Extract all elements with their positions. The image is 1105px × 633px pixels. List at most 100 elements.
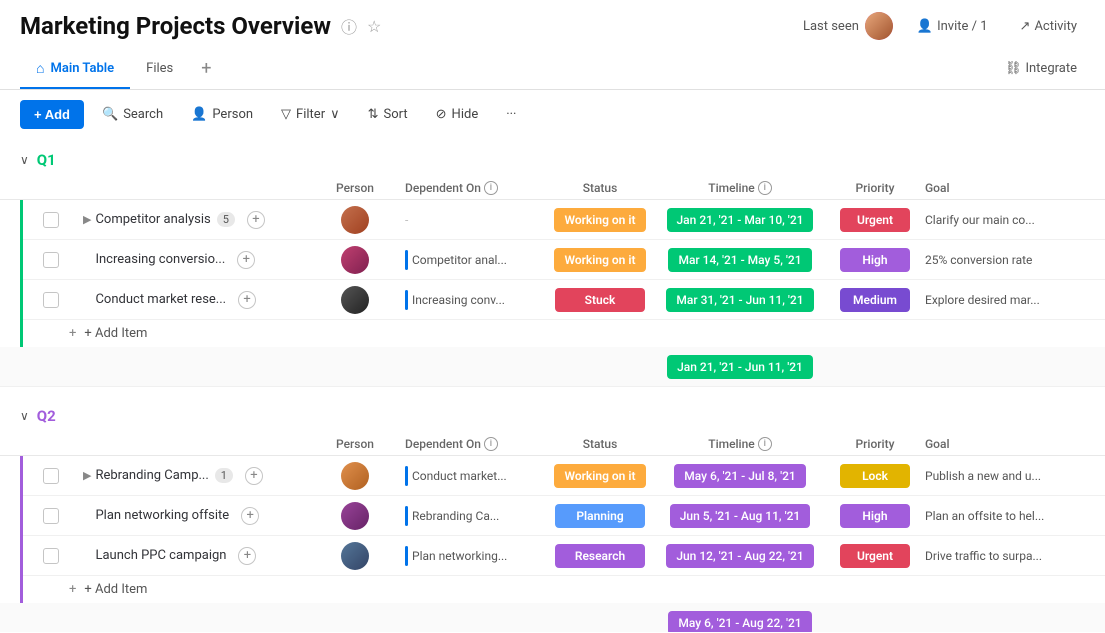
more-button[interactable]: ··· xyxy=(496,101,526,128)
status-cell[interactable]: Working on it xyxy=(545,208,655,232)
q2-summary-timeline: May 6, '21 - Aug 22, '21 xyxy=(655,611,825,633)
table-row: ▶ Competitor analysis 5 + - Working on i… xyxy=(23,200,1105,240)
group-q1-toggle[interactable]: ∨ xyxy=(20,153,29,167)
priority-cell: Lock xyxy=(825,464,925,488)
person-cell xyxy=(305,502,405,530)
add-item-label: + Add Item xyxy=(84,326,147,341)
group-q1: ∨ Q1 Person Dependent On i Status Timeli… xyxy=(0,139,1105,387)
priority-cell: Urgent xyxy=(825,208,925,232)
checkbox[interactable] xyxy=(43,252,59,268)
priority-cell: Urgent xyxy=(825,544,925,568)
activity-button[interactable]: ↗ Activity xyxy=(1012,15,1085,38)
tab-main-table[interactable]: ⌂ Main Table xyxy=(20,50,130,89)
last-seen: Last seen xyxy=(803,12,893,40)
q1-summary-timeline: Jan 21, '21 - Jun 11, '21 xyxy=(655,355,825,379)
row-expand-icon[interactable]: ▶ xyxy=(83,469,91,482)
status-cell[interactable]: Stuck xyxy=(545,288,655,312)
dependent-cell: Increasing conv... xyxy=(405,290,545,310)
status-badge[interactable]: Working on it xyxy=(554,464,645,488)
goal-header: Goal xyxy=(925,437,1085,451)
checkbox[interactable] xyxy=(43,212,59,228)
row-check xyxy=(43,212,83,228)
status-badge[interactable]: Planning xyxy=(555,504,645,528)
info-icon[interactable]: ⓘ xyxy=(341,14,357,38)
row-check xyxy=(43,468,83,484)
timeline-info-icon[interactable]: i xyxy=(758,181,772,195)
dependent-info-icon-q2[interactable]: i xyxy=(484,437,498,451)
goal-cell: 25% conversion rate xyxy=(925,253,1085,267)
timeline-cell: Mar 14, '21 - May 5, '21 xyxy=(655,248,825,272)
group-q2-toggle[interactable]: ∨ xyxy=(20,409,29,423)
row-badge: 1 xyxy=(215,468,233,483)
status-badge[interactable]: Stuck xyxy=(555,288,645,312)
dependent-header: Dependent On i xyxy=(405,437,545,451)
sort-button[interactable]: ⇅ Sort xyxy=(358,101,418,128)
add-item-plus-icon: + xyxy=(69,326,76,341)
search-button[interactable]: 🔍 Search xyxy=(92,101,173,128)
timeline-badge: Jan 21, '21 - Mar 10, '21 xyxy=(667,208,814,232)
status-cell[interactable]: Working on it xyxy=(545,464,655,488)
row-expand-icon[interactable]: ▶ xyxy=(83,213,91,226)
page-title: Marketing Projects Overview xyxy=(20,12,331,40)
person-cell xyxy=(305,462,405,490)
person-button[interactable]: 👤 Person xyxy=(181,101,263,128)
timeline-cell: Jun 5, '21 - Aug 11, '21 xyxy=(655,504,825,528)
add-tab-button[interactable]: + xyxy=(189,48,223,89)
filter-label: Filter xyxy=(296,107,325,122)
timeline-badge: Jun 12, '21 - Aug 22, '21 xyxy=(666,544,813,568)
status-cell[interactable]: Planning xyxy=(545,504,655,528)
status-header: Status xyxy=(545,437,655,451)
add-item-q1[interactable]: + + Add Item xyxy=(23,320,1105,347)
dependent-cell: Competitor anal... xyxy=(405,250,545,270)
add-sub-item-icon[interactable]: + xyxy=(247,211,265,229)
star-icon[interactable]: ☆ xyxy=(367,17,381,36)
dep-bar xyxy=(405,506,408,526)
goal-cell: Drive traffic to surpa... xyxy=(925,549,1085,563)
status-badge[interactable]: Research xyxy=(555,544,645,568)
status-cell[interactable]: Working on it xyxy=(545,248,655,272)
page-header: Marketing Projects Overview ⓘ ☆ Last see… xyxy=(0,0,1105,48)
timeline-info-icon-q2[interactable]: i xyxy=(758,437,772,451)
row-name-text: Launch PPC campaign xyxy=(95,548,226,563)
row-name-text: Conduct market rese... xyxy=(95,292,226,307)
tab-files[interactable]: Files xyxy=(130,51,189,88)
add-sub-item-icon[interactable]: + xyxy=(237,251,255,269)
checkbox[interactable] xyxy=(43,548,59,564)
timeline-badge: Mar 31, '21 - Jun 11, '21 xyxy=(666,288,813,312)
q2-rows: ▶ Rebranding Camp... 1 + Conduct market.… xyxy=(20,456,1105,603)
add-sub-item-icon[interactable]: + xyxy=(238,547,256,565)
filter-icon: ▽ xyxy=(281,107,291,122)
status-badge[interactable]: Working on it xyxy=(554,248,645,272)
add-sub-item-icon[interactable]: + xyxy=(241,507,259,525)
integrate-button[interactable]: ⛓ Integrate xyxy=(997,57,1085,80)
row-check xyxy=(43,548,83,564)
row-name-cell: Launch PPC campaign + xyxy=(95,547,305,565)
dependent-cell: - xyxy=(405,213,545,227)
status-badge[interactable]: Working on it xyxy=(554,208,645,232)
q1-rows: ▶ Competitor analysis 5 + - Working on i… xyxy=(20,200,1105,347)
avatar xyxy=(865,12,893,40)
add-button[interactable]: + Add xyxy=(20,100,84,129)
checkbox[interactable] xyxy=(43,508,59,524)
add-item-plus-icon: + xyxy=(69,582,76,597)
add-sub-item-icon[interactable]: + xyxy=(245,467,263,485)
tab-files-label: Files xyxy=(146,61,173,76)
dependent-cell: Plan networking... xyxy=(405,546,545,566)
timeline-cell: Jun 12, '21 - Aug 22, '21 xyxy=(655,544,825,568)
invite-button[interactable]: 👤 Invite / 1 xyxy=(909,15,996,38)
add-item-q2[interactable]: + + Add Item xyxy=(23,576,1105,603)
search-icon: 🔍 xyxy=(102,107,118,122)
goal-cell: Plan an offsite to hel... xyxy=(925,509,1085,523)
status-cell[interactable]: Research xyxy=(545,544,655,568)
dep-bar xyxy=(405,250,408,270)
person-label: Person xyxy=(212,107,253,122)
checkbox[interactable] xyxy=(43,468,59,484)
group-q1-header: ∨ Q1 xyxy=(0,139,1105,177)
timeline-cell: Jan 21, '21 - Mar 10, '21 xyxy=(655,208,825,232)
hide-button[interactable]: ⊘ Hide xyxy=(426,101,489,128)
checkbox[interactable] xyxy=(43,292,59,308)
add-sub-item-icon[interactable]: + xyxy=(238,291,256,309)
dependent-info-icon[interactable]: i xyxy=(484,181,498,195)
filter-button[interactable]: ▽ Filter ∨ xyxy=(271,101,350,128)
sort-icon: ⇅ xyxy=(368,107,379,122)
